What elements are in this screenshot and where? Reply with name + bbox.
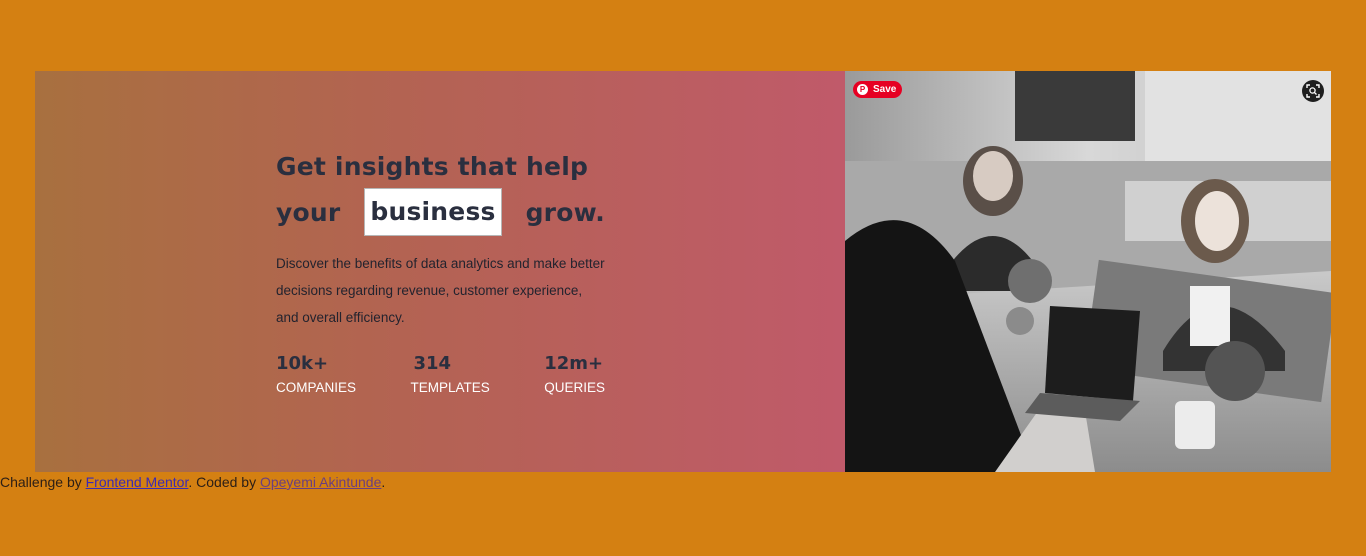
card-text-panel: Get insights that help your business gro… — [35, 71, 845, 472]
stats-preview-card: Get insights that help your business gro… — [35, 71, 1331, 472]
team-photo — [845, 71, 1331, 472]
headline-word-your: your — [276, 197, 341, 227]
visual-search-button[interactable] — [1302, 80, 1324, 102]
author-link[interactable]: Opeyemi Akintunde — [260, 474, 381, 490]
attribution-prefix: Challenge by — [0, 474, 86, 490]
stat-templates: 314 TEMPLATES — [410, 353, 489, 396]
headline-line-2: your business grow. — [276, 188, 605, 236]
stat-value: 10k+ — [276, 353, 329, 374]
attribution-middle: . Coded by — [188, 474, 260, 490]
stat-value: 314 — [413, 353, 452, 374]
headline-text-1: Get insights that help — [276, 152, 589, 181]
card-content: Get insights that help your business gro… — [276, 145, 605, 396]
stats-row: 10k+ COMPANIES 314 TEMPLATES 12m+ QUERIE… — [276, 353, 605, 396]
pinterest-icon: P — [857, 84, 868, 95]
headline-line-1: Get insights that help — [276, 145, 605, 188]
stat-label: QUERIES — [544, 380, 605, 395]
hero-image-panel: P Save — [845, 71, 1331, 472]
description: Discover the benefits of data analytics … — [276, 256, 605, 325]
stat-label: TEMPLATES — [410, 380, 490, 395]
attribution: Challenge by Frontend Mentor. Coded by O… — [0, 473, 385, 491]
stat-companies: 10k+ COMPANIES — [276, 353, 356, 396]
headline-word-grow: grow. — [525, 197, 605, 227]
stat-queries: 12m+ QUERIES — [544, 353, 605, 396]
frontend-mentor-link[interactable]: Frontend Mentor — [86, 474, 189, 490]
headline: Get insights that help your business gro… — [276, 145, 605, 236]
save-label: Save — [873, 84, 897, 95]
headline-highlight: business — [364, 188, 502, 236]
stat-label: COMPANIES — [276, 380, 357, 395]
stat-value: 12m+ — [544, 353, 604, 374]
pinterest-save-button[interactable]: P Save — [853, 81, 902, 98]
visual-search-icon — [1306, 84, 1320, 98]
attribution-suffix: . — [381, 474, 386, 490]
